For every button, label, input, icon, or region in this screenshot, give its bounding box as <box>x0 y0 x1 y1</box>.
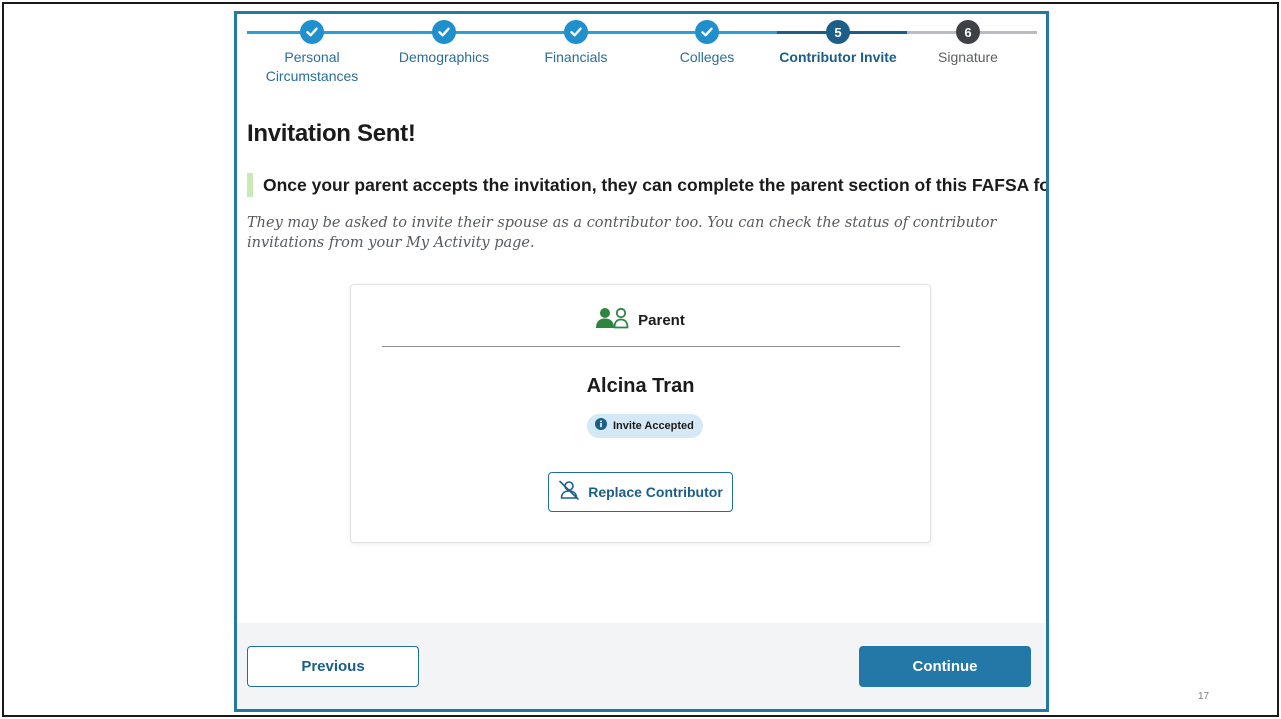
callout: Once your parent accepts the invitation,… <box>247 173 1046 199</box>
callout-text: Once your parent accepts the invitation,… <box>263 175 1049 195</box>
remove-user-icon <box>558 480 580 505</box>
fafsa-screen: Personal Circumstances Demographics Fina… <box>234 11 1049 712</box>
contributor-card: Parent Alcina Tran Invite Accepted Repla… <box>350 284 931 543</box>
step-signature: 6 Signature <box>903 18 1033 67</box>
status-badge: Invite Accepted <box>587 414 703 438</box>
step-label: Signature <box>938 49 998 65</box>
slide-number: 17 <box>1198 691 1210 702</box>
page-title: Invitation Sent! <box>247 120 416 147</box>
check-icon <box>695 20 719 44</box>
previous-button[interactable]: Previous <box>247 646 419 687</box>
check-icon <box>300 20 324 44</box>
callout-accent-bar <box>247 173 253 197</box>
step-label: Financials <box>544 49 608 65</box>
step-demographics: Demographics <box>379 18 509 67</box>
footer-bar: Previous Continue <box>237 623 1046 709</box>
replace-contributor-button[interactable]: Replace Contributor <box>548 472 733 512</box>
contributor-note: They may be asked to invite their spouse… <box>247 215 997 251</box>
step-label: Colleges <box>679 49 735 65</box>
status-text: Invite Accepted <box>613 420 694 432</box>
step-colleges: Colleges <box>642 18 772 67</box>
card-divider <box>382 346 900 347</box>
step-number: 5 <box>826 20 850 44</box>
step-label: Personal Circumstances <box>265 49 359 84</box>
step-personal-circumstances: Personal Circumstances <box>247 18 377 86</box>
step-number: 6 <box>956 20 980 44</box>
info-icon <box>595 417 607 435</box>
contributor-name: Alcina Tran <box>586 375 695 397</box>
check-icon <box>432 20 456 44</box>
progress-stepper: Personal Circumstances Demographics Fina… <box>247 18 1037 98</box>
step-label: Contributor Invite <box>779 49 897 65</box>
step-label: Demographics <box>398 49 490 65</box>
continue-button[interactable]: Continue <box>859 646 1031 687</box>
check-icon <box>564 20 588 44</box>
replace-contributor-label: Replace Contributor <box>588 484 723 500</box>
step-contributor-invite: 5 Contributor Invite <box>773 18 903 67</box>
contributor-role: Parent <box>638 312 685 329</box>
card-header: Parent <box>351 307 930 334</box>
step-financials: Financials <box>511 18 641 67</box>
people-icon <box>596 307 630 334</box>
